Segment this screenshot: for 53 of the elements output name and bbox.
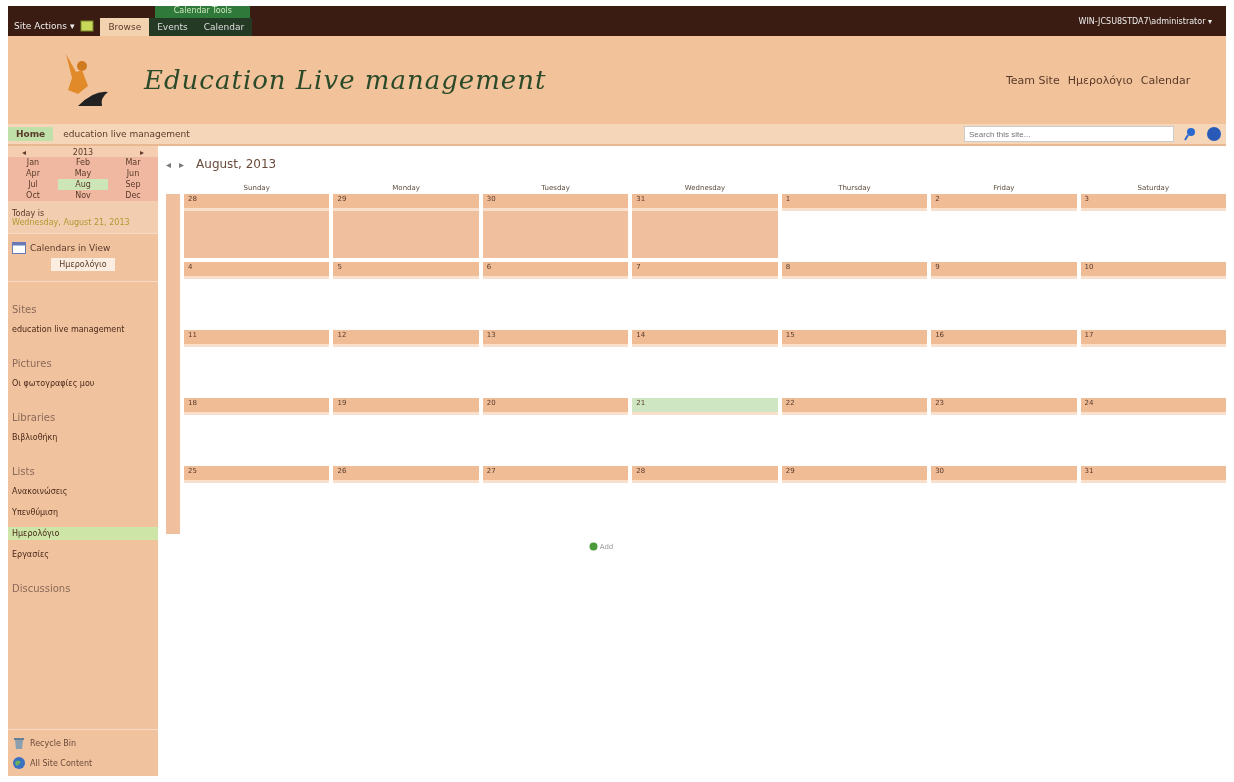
edit-page-icon[interactable] <box>80 20 95 32</box>
breadcrumb-link[interactable]: Calendar <box>1140 73 1191 87</box>
breadcrumb-link[interactable]: Ημερολόγιο <box>1067 73 1133 87</box>
nav-item[interactable]: Οι φωτογραφίες μου <box>8 377 158 390</box>
month-cell[interactable]: Oct <box>8 190 58 201</box>
month-title: August, 2013 <box>196 157 277 171</box>
nav-heading[interactable]: Sites <box>8 304 158 315</box>
month-cell[interactable]: Mar <box>108 157 158 168</box>
ribbon-tab[interactable]: Calendar <box>195 18 253 36</box>
month-cell[interactable]: Sep <box>108 179 158 190</box>
calendars-in-view-label: Calendars in View <box>30 243 111 253</box>
month-cell[interactable]: Apr <box>8 168 58 179</box>
nav-link[interactable]: All Site Content <box>30 758 93 768</box>
home-tab[interactable]: Home <box>8 127 54 141</box>
site-actions-menu[interactable]: Site Actions ▾ <box>14 21 75 31</box>
help-icon[interactable] <box>1206 126 1222 142</box>
recycle-bin-icon[interactable] <box>12 736 26 750</box>
nav-item[interactable]: Ημερολόγιο <box>8 527 158 540</box>
breadcrumb-link[interactable]: Team Site <box>1006 73 1060 87</box>
month-cell[interactable]: Jan <box>8 157 58 168</box>
nav-item[interactable]: Βιβλιοθήκη <box>8 431 158 444</box>
site-title: Education Live management <box>144 65 547 95</box>
previous-month-button[interactable]: ◂ <box>166 158 172 170</box>
calendar-icon <box>12 242 26 254</box>
year-label: 2013 <box>72 148 94 157</box>
calendar-chip[interactable]: Ημερολόγιο <box>51 258 115 271</box>
month-cell[interactable]: Nov <box>58 190 108 201</box>
add-icon[interactable] <box>588 542 598 551</box>
month-cell[interactable]: Feb <box>58 157 108 168</box>
today-label: Today is <box>12 209 45 218</box>
nav-item[interactable]: Εργασίες <box>8 548 158 561</box>
globe-icon[interactable] <box>12 756 26 770</box>
nav-link[interactable]: Recycle Bin <box>30 738 77 748</box>
ribbon-tab[interactable]: Browse <box>100 18 150 36</box>
site-link[interactable]: education live management <box>63 129 190 139</box>
nav-item[interactable]: Ανακοινώσεις <box>8 485 158 498</box>
search-field[interactable]: Search this site... <box>964 126 1174 142</box>
next-month-button[interactable]: ▸ <box>179 158 185 170</box>
user-menu[interactable]: WIN-JCSU8STDA7\administrator ▾ <box>1078 16 1226 26</box>
search-icon[interactable] <box>1184 127 1196 141</box>
month-cell[interactable]: Aug <box>58 179 108 190</box>
ribbon-tab[interactable]: Events <box>149 18 196 36</box>
nav-item[interactable]: Υπενθύμιση <box>8 506 158 519</box>
nav-item[interactable]: education live management <box>8 323 158 336</box>
week-gutter <box>166 466 180 534</box>
next-year-button[interactable]: ▸ <box>139 148 144 157</box>
month-cell[interactable]: Jun <box>108 168 158 179</box>
month-cell[interactable]: Dec <box>108 190 158 201</box>
week-gutter <box>166 194 180 262</box>
tools-group-label: Calendar Tools <box>155 6 251 18</box>
month-cell[interactable]: May <box>58 168 108 179</box>
previous-year-button[interactable]: ◂ <box>22 148 26 157</box>
month-cell[interactable]: Jul <box>8 179 58 190</box>
